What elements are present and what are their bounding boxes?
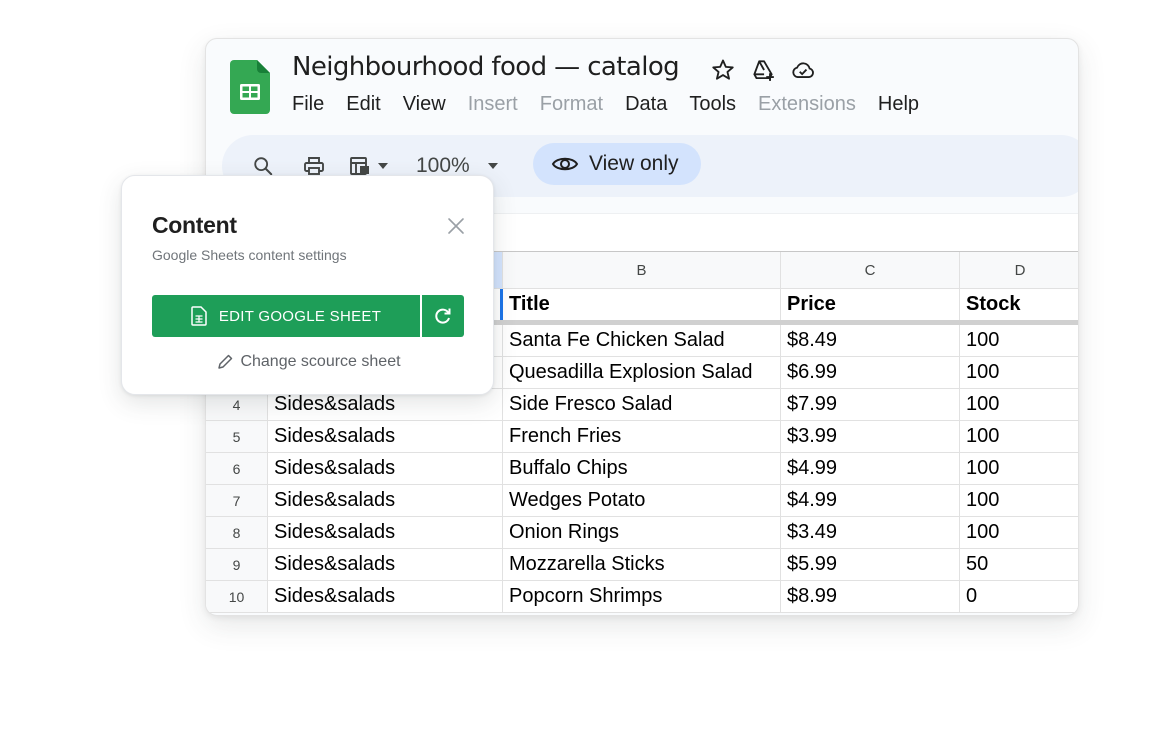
title-cell[interactable]: Quesadilla Explosion Salad (503, 357, 781, 388)
category-cell[interactable]: Sides&salads (268, 517, 503, 548)
chevron-down-icon (378, 163, 388, 169)
column-header-c[interactable]: C (781, 252, 960, 288)
sheet-document-icon (191, 306, 207, 326)
title-cell[interactable]: Wedges Potato (503, 485, 781, 516)
content-settings-popup: Content Google Sheets content settings E… (121, 175, 494, 395)
title-cell[interactable]: French Fries (503, 421, 781, 452)
stock-cell[interactable]: 100 (960, 325, 1078, 356)
title-cell[interactable]: Popcorn Shrimps (503, 581, 781, 612)
table-cell[interactable]: Stock (960, 289, 1078, 320)
google-sheets-logo-icon (230, 60, 270, 114)
popup-subtitle: Google Sheets content settings (152, 247, 347, 263)
price-cell[interactable]: $3.99 (781, 421, 960, 452)
price-cell[interactable]: $4.99 (781, 485, 960, 516)
menu-file[interactable]: File (292, 93, 324, 116)
column-header-b[interactable]: B (503, 252, 781, 288)
title-icons (710, 57, 816, 83)
stock-cell[interactable]: 100 (960, 357, 1078, 388)
title-cell[interactable]: Santa Fe Chicken Salad (503, 325, 781, 356)
category-cell[interactable]: Sides&salads (268, 581, 503, 612)
menu-edit[interactable]: Edit (346, 93, 380, 116)
row-number[interactable]: 9 (206, 549, 268, 580)
category-cell[interactable]: Sides&salads (268, 453, 503, 484)
title-cell[interactable]: Mozzarella Sticks (503, 549, 781, 580)
move-to-drive-icon[interactable] (750, 57, 776, 83)
table-row: 7 Sides&salads Wedges Potato $4.99 100 (206, 485, 1078, 517)
menu-help[interactable]: Help (878, 93, 919, 116)
row-number[interactable]: 7 (206, 485, 268, 516)
table-row: 10 Sides&salads Popcorn Shrimps $8.99 0 (206, 581, 1078, 613)
search-icon (254, 157, 273, 176)
price-cell[interactable]: $4.99 (781, 453, 960, 484)
category-cell[interactable]: Sides&salads (268, 421, 503, 452)
stock-cell[interactable]: 100 (960, 421, 1078, 452)
price-cell[interactable]: $3.49 (781, 517, 960, 548)
title-cell[interactable]: Onion Rings (503, 517, 781, 548)
menu-insert: Insert (467, 93, 518, 115)
popup-title: Content (152, 212, 237, 238)
menu-tools[interactable]: Tools (689, 93, 736, 116)
change-source-sheet-link[interactable]: Change scource sheet (122, 353, 495, 371)
price-cell[interactable]: $8.99 (781, 581, 960, 612)
table-cell[interactable]: Price (781, 289, 960, 320)
table-row: 6 Sides&salads Buffalo Chips $4.99 100 (206, 453, 1078, 485)
table-row: 9 Sides&salads Mozzarella Sticks $5.99 50 (206, 549, 1078, 581)
title-cell[interactable]: Side Fresco Salad (503, 389, 781, 420)
row-number[interactable]: 8 (206, 517, 268, 548)
stock-cell[interactable]: 100 (960, 389, 1078, 420)
price-cell[interactable]: $8.49 (781, 325, 960, 356)
category-cell[interactable]: Sides&salads (268, 549, 503, 580)
menu-extensions: Extensions (758, 93, 856, 115)
selection-border (500, 289, 503, 320)
view-only-label: View only (589, 152, 679, 175)
menu-data[interactable]: Data (625, 93, 667, 116)
stock-cell[interactable]: 0 (960, 581, 1078, 612)
column-header-d[interactable]: D (960, 252, 1078, 288)
eye-icon (551, 157, 579, 171)
menu-bar: File Edit View Insert Format Data Tools … (292, 93, 941, 116)
table-row: 8 Sides&salads Onion Rings $3.49 100 (206, 517, 1078, 549)
stock-cell[interactable]: 100 (960, 485, 1078, 516)
edit-google-sheet-button[interactable]: EDIT GOOGLE SHEET (152, 295, 420, 337)
table-row: 5 Sides&salads French Fries $3.99 100 (206, 421, 1078, 453)
refresh-icon (435, 308, 451, 324)
row-number[interactable]: 6 (206, 453, 268, 484)
pencil-icon (218, 354, 233, 369)
price-cell[interactable]: $7.99 (781, 389, 960, 420)
row-number[interactable]: 5 (206, 421, 268, 452)
chevron-down-icon (487, 163, 498, 169)
price-cell[interactable]: $5.99 (781, 549, 960, 580)
cloud-saved-icon[interactable] (790, 57, 816, 83)
price-cell[interactable]: $6.99 (781, 357, 960, 388)
menu-view[interactable]: View (403, 93, 446, 116)
edit-google-sheet-label: EDIT GOOGLE SHEET (218, 307, 382, 325)
change-source-sheet-label: Change scource sheet (240, 353, 401, 370)
menu-format: Format (539, 93, 604, 115)
view-only-button[interactable]: View only (533, 143, 701, 185)
stock-cell[interactable]: 100 (960, 453, 1078, 484)
stock-cell[interactable]: 100 (960, 517, 1078, 548)
table-cell[interactable]: Title (503, 289, 781, 320)
category-cell[interactable]: Sides&salads (268, 485, 503, 516)
close-icon[interactable] (446, 216, 466, 236)
star-icon[interactable] (710, 57, 736, 83)
title-cell[interactable]: Buffalo Chips (503, 453, 781, 484)
stock-cell[interactable]: 50 (960, 549, 1078, 580)
row-number[interactable]: 10 (206, 581, 268, 612)
refresh-button[interactable] (422, 295, 464, 337)
document-title[interactable]: Neighbourhood food — catalog (292, 52, 680, 82)
